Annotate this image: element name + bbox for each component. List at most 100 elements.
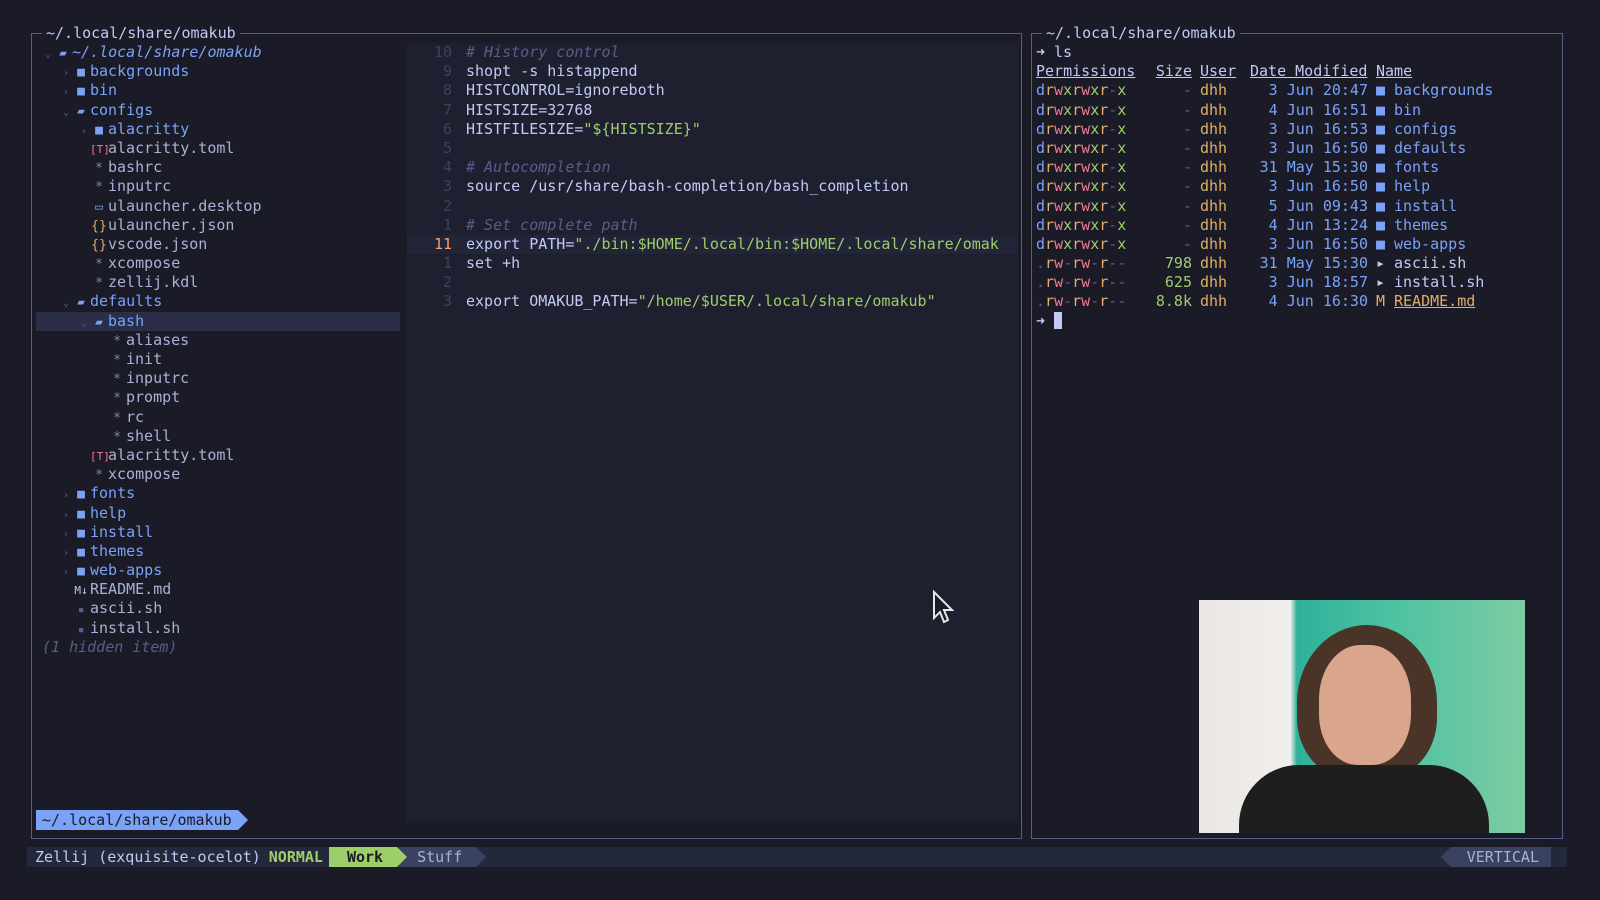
- folder-icon: ■: [77, 544, 85, 560]
- editor-line[interactable]: 6 HISTFILESIZE="${HISTSIZE}": [407, 120, 1018, 139]
- editor-line[interactable]: 2: [407, 197, 1018, 216]
- editor-line[interactable]: 5: [407, 139, 1018, 158]
- entry-name: themes: [1394, 215, 1449, 234]
- entry-name: help: [1394, 177, 1431, 196]
- editor-line[interactable]: 2: [407, 273, 1018, 292]
- tree-item[interactable]: * shell: [36, 427, 400, 446]
- line-code: # History control: [466, 43, 620, 62]
- ls-entry-row: .rw-rw-r-- 798 dhh 31 May 15:30 ▸ ascii.sh: [1036, 254, 1556, 273]
- code-string: "${HISTSIZE}": [583, 119, 701, 138]
- editor-line[interactable]: 4 # Autocompletion: [407, 158, 1018, 177]
- tree-item-label: vscode.json: [108, 234, 208, 253]
- tree-item[interactable]: * init: [36, 350, 400, 369]
- tree-item-label: init: [126, 350, 163, 368]
- tree-item-label: alacritty: [108, 119, 190, 138]
- tree-item[interactable]: * prompt: [36, 388, 400, 407]
- line-code: export OMAKUB_PATH="/home/$USER/.local/s…: [466, 292, 936, 311]
- webcam-overlay: [1199, 600, 1525, 833]
- star-icon: *: [95, 276, 103, 292]
- tree-item-label: rc: [126, 407, 145, 426]
- line-number: 3: [442, 292, 452, 311]
- entry-name: fonts: [1394, 158, 1440, 177]
- terminal-output[interactable]: ➜ ls Permissions Size User Date Modified…: [1036, 43, 1556, 331]
- file-tree[interactable]: ⌄ ▰ ~/.local/share/omakub › ■ backgrounds › ■ bi…: [36, 43, 400, 657]
- tree-item[interactable]: ⌄ ▰ configs: [36, 101, 400, 120]
- editor-line[interactable]: 1 set +h: [407, 254, 1018, 273]
- tree-item[interactable]: * inputrc: [36, 177, 400, 196]
- editor-line[interactable]: 10 # History control: [407, 43, 1018, 62]
- entry-size: -: [1182, 234, 1192, 253]
- tree-item-label: bashrc: [108, 158, 163, 177]
- tree-item[interactable]: › ■ web-apps: [36, 561, 400, 580]
- tree-item[interactable]: {}ulauncher.json: [36, 216, 400, 235]
- tree-item[interactable]: › ■ fonts: [36, 484, 400, 503]
- entry-name: configs: [1394, 119, 1458, 138]
- editor-line[interactable]: 11 export PATH="./bin:$HOME/.local/bin:$H…: [407, 234, 1018, 255]
- editor-line[interactable]: 3 source /usr/share/bash-completion/bash_…: [407, 177, 1018, 196]
- entry-user: dhh: [1200, 158, 1228, 177]
- prompt-arrow-icon: ➜: [1036, 311, 1046, 330]
- entry-user: dhh: [1200, 254, 1228, 273]
- tree-item[interactable]: › ■ help: [36, 504, 400, 523]
- code-token: HISTFILESIZE=: [466, 119, 584, 138]
- editor-line[interactable]: 9 shopt -s histappend: [407, 62, 1018, 81]
- editor-line[interactable]: 8 HISTCONTROL=ignoreboth: [407, 81, 1018, 100]
- entry-permissions: drwxrwxr-x: [1036, 119, 1127, 138]
- entry-user: dhh: [1200, 292, 1228, 311]
- entry-permissions: drwxrwxr-x: [1036, 215, 1127, 234]
- entry-name: web-apps: [1394, 234, 1467, 253]
- tree-item[interactable]: * rc: [36, 408, 400, 427]
- code-editor[interactable]: 10 # History control 9 shopt -s histappend 8…: [407, 43, 1018, 823]
- left-pane[interactable]: ~/.local/share/omakub ⌄ ▰ ~/.local/share/o…: [31, 24, 1022, 839]
- entry-permissions: drwxrwxr-x: [1036, 196, 1127, 215]
- line-code: HISTFILESIZE="${HISTSIZE}": [466, 120, 701, 139]
- tab-bar[interactable]: Work Stuff: [328, 847, 487, 867]
- entry-permissions: drwxrwxr-x: [1036, 138, 1127, 157]
- folder-open-icon: ▰: [77, 295, 85, 311]
- tree-item[interactable]: ⌄ ▰ defaults: [36, 292, 400, 311]
- tree-item[interactable]: ▭ ulauncher.desktop: [36, 197, 400, 216]
- tree-item[interactable]: [T]alacritty.toml: [36, 446, 400, 465]
- entry-user: dhh: [1200, 138, 1228, 157]
- tab-stuff[interactable]: Stuff: [399, 847, 487, 867]
- tree-item[interactable]: ⌄ ▰ ~/.local/share/omakub: [36, 43, 400, 62]
- tree-item[interactable]: › ■ alacritty: [36, 120, 400, 139]
- tree-item[interactable]: ▪ ascii.sh: [36, 599, 400, 618]
- tree-item[interactable]: › ■ install: [36, 523, 400, 542]
- editor-line[interactable]: 3 export OMAKUB_PATH="/home/$USER/.local/…: [407, 292, 1018, 311]
- tree-item-label: (1 hidden item): [42, 637, 178, 656]
- editor-line[interactable]: 1 # Set complete path: [407, 216, 1018, 235]
- star-icon: *: [95, 257, 103, 273]
- layout-indicator: VERTICAL: [1440, 847, 1551, 867]
- tree-item[interactable]: ▪ install.sh: [36, 619, 400, 638]
- ls-entry-row: drwxrwxr-x - dhh 3 Jun 16:50 ■ web-apps: [1036, 235, 1556, 254]
- tree-item[interactable]: {}vscode.json: [36, 235, 400, 254]
- prompt-line-active[interactable]: ➜: [1036, 311, 1556, 331]
- entry-date: 4 Jun 16:51: [1268, 100, 1368, 119]
- tree-item-label: inputrc: [108, 177, 172, 196]
- tree-item[interactable]: ⌄ ▰ bash: [36, 311, 400, 331]
- folder-icon: ■: [95, 122, 103, 138]
- tree-item[interactable]: * bashrc: [36, 158, 400, 177]
- hidden-items-note: (1 hidden item): [36, 638, 400, 657]
- tree-item[interactable]: * zellij.kdl: [36, 273, 400, 292]
- tree-item[interactable]: * xcompose: [36, 465, 400, 484]
- entry-name-cell: ■ themes: [1376, 216, 1448, 235]
- ls-entry-row: drwxrwxr-x - dhh 4 Jun 13:24 ■ themes: [1036, 216, 1556, 235]
- tree-item[interactable]: › ■ bin: [36, 81, 400, 100]
- tab-work[interactable]: Work: [328, 847, 408, 867]
- tree-item[interactable]: * aliases: [36, 331, 400, 350]
- tree-item[interactable]: [T]alacritty.toml: [36, 139, 400, 158]
- terminal-file-icon: ▸: [1376, 273, 1386, 292]
- tree-item[interactable]: M↓ README.md: [36, 580, 400, 599]
- editor-line[interactable]: 7 HISTSIZE=32768: [407, 101, 1018, 120]
- tree-item-label: help: [90, 503, 127, 522]
- tree-item[interactable]: * inputrc: [36, 369, 400, 388]
- tree-item[interactable]: › ■ themes: [36, 542, 400, 561]
- line-number: 7: [442, 100, 452, 119]
- tree-item[interactable]: * xcompose: [36, 254, 400, 273]
- ls-entry-row: drwxrwxr-x - dhh 4 Jun 16:51 ■ bin: [1036, 101, 1556, 120]
- header-date-modified: Date Modified: [1250, 62, 1368, 81]
- tree-item[interactable]: › ■ backgrounds: [36, 62, 400, 81]
- tree-item-label: themes: [90, 541, 145, 560]
